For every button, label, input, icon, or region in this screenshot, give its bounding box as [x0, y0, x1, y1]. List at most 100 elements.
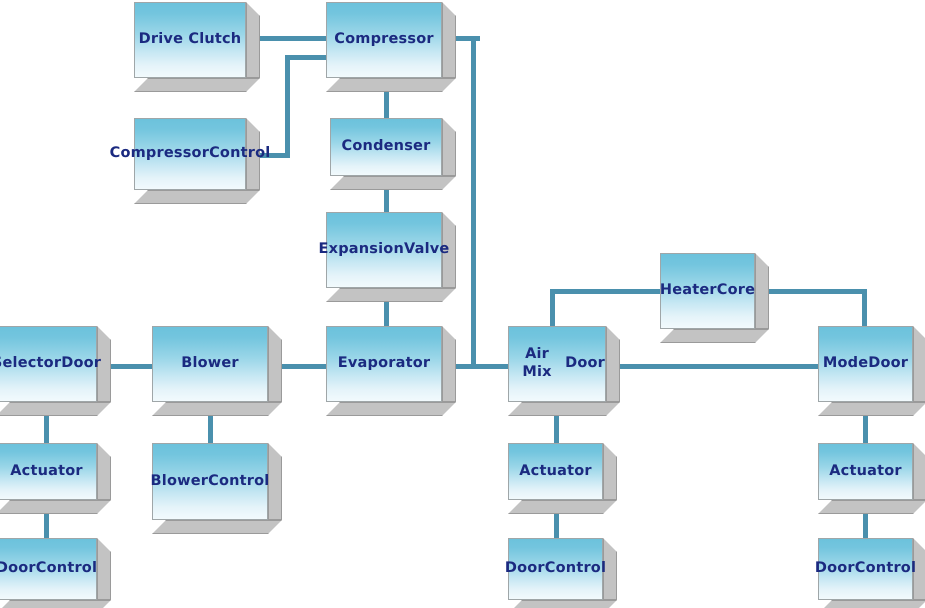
connector-air-mix-to-heater-core-horiz — [550, 289, 664, 294]
node-label-line: Actuator — [10, 462, 83, 479]
node-label-line: Door — [868, 355, 909, 372]
node-label-compressor-control: Compressor Control — [110, 118, 270, 190]
node-bottom-panel — [818, 402, 925, 416]
node-label-air-mix-door: Air Mix Door — [508, 326, 606, 402]
node-label-line: Expansion — [318, 241, 404, 258]
node-label-line: Control — [209, 145, 271, 162]
node-label-line: Door — [0, 560, 36, 577]
node-label-line: Blower — [181, 355, 239, 372]
connector-heater-core-to-mode-door-horiz — [755, 289, 867, 294]
node-bottom-panel — [326, 402, 456, 416]
node-label-line: Valve — [403, 241, 450, 258]
node-bottom-panel — [0, 402, 111, 416]
node-expansion-valve[interactable]: Expansion Valve — [319, 212, 456, 302]
node-label-compressor: Compressor — [326, 2, 442, 78]
node-label-line: Door — [565, 355, 605, 372]
node-label-door-control-selector: Door Control — [0, 538, 97, 600]
connector-heater-core-to-mode-door-vert — [862, 289, 867, 331]
node-bottom-panel — [0, 600, 111, 608]
node-label-line: Compressor — [109, 145, 210, 162]
node-side-panel — [755, 253, 769, 329]
node-label-line: Heater — [659, 282, 717, 299]
node-label-mode-door: Mode Door — [818, 326, 913, 402]
node-heater-core[interactable]: Heater Core — [660, 253, 769, 343]
node-bottom-panel — [660, 329, 769, 343]
node-bottom-panel — [152, 520, 282, 534]
node-side-panel — [913, 443, 925, 500]
node-label-line: Mode — [822, 355, 869, 372]
node-side-panel — [268, 443, 282, 520]
node-compressor-control[interactable]: Compressor Control — [110, 118, 270, 204]
node-label-door-control-airmix: Door Control — [504, 538, 607, 600]
node-side-panel — [268, 326, 282, 402]
node-actuator-mode[interactable]: Actuator — [818, 443, 925, 514]
node-label-door-control-mode: Door Control — [814, 538, 917, 600]
node-label-line: Control — [35, 560, 98, 577]
node-label-line: Control — [544, 560, 607, 577]
node-label-actuator-selector: Actuator — [0, 443, 97, 500]
node-bottom-panel — [326, 78, 456, 92]
node-selector-door[interactable]: SelectorDoor — [0, 326, 111, 416]
connector-compressor-control-to-compressor — [285, 55, 330, 60]
node-door-control-selector[interactable]: Door Control — [0, 538, 111, 608]
node-label-heater-core: Heater Core — [660, 253, 755, 329]
node-door-control-airmix[interactable]: Door Control — [504, 538, 617, 608]
node-label-expansion-valve: Expansion Valve — [319, 212, 449, 288]
node-blower-control[interactable]: Blower Control — [150, 443, 282, 534]
node-evaporator[interactable]: Evaporator — [326, 326, 456, 416]
node-door-control-mode[interactable]: Door Control — [814, 538, 925, 608]
node-label-line: Blower — [150, 472, 209, 489]
node-air-mix-door[interactable]: Air Mix Door — [508, 326, 620, 416]
connector-air-mix-door-to-mode-door — [606, 364, 822, 369]
node-bottom-panel — [818, 500, 925, 514]
node-label-line: Actuator — [829, 462, 902, 479]
node-bottom-panel — [508, 600, 617, 608]
node-label-line: Door — [504, 560, 545, 577]
node-label-line: Core — [716, 282, 756, 299]
node-label-blower-control: Blower Control — [150, 443, 270, 520]
connector-compressor-control-vert — [285, 55, 290, 155]
node-blower[interactable]: Blower — [152, 326, 282, 416]
node-label-line: Air Mix — [522, 346, 552, 380]
node-label-line: Door — [61, 355, 102, 372]
node-label-line: Control — [854, 560, 917, 577]
node-label-line: Compressor — [334, 31, 434, 48]
node-label-drive-clutch: Drive Clutch — [134, 2, 246, 78]
node-bottom-panel — [508, 402, 620, 416]
node-label-blower: Blower — [152, 326, 268, 402]
node-condenser[interactable]: Condenser — [330, 118, 456, 190]
node-label-actuator-airmix: Actuator — [508, 443, 603, 500]
node-side-panel — [603, 443, 617, 500]
node-side-panel — [442, 326, 456, 402]
node-label-line: Drive Clutch — [138, 31, 242, 48]
node-side-panel — [606, 326, 620, 402]
node-actuator-airmix[interactable]: Actuator — [508, 443, 617, 514]
node-side-panel — [442, 2, 456, 78]
node-bottom-panel — [330, 176, 456, 190]
node-side-panel — [442, 118, 456, 176]
node-bottom-panel — [0, 500, 111, 514]
node-label-line: Selector — [0, 355, 62, 372]
node-label-condenser: Condenser — [330, 118, 442, 176]
node-bottom-panel — [152, 402, 282, 416]
node-drive-clutch[interactable]: Drive Clutch — [134, 2, 260, 92]
connector-compressor-return-vert — [471, 36, 476, 369]
node-label-evaporator: Evaporator — [326, 326, 442, 402]
node-bottom-panel — [818, 600, 925, 608]
node-side-panel — [97, 538, 111, 600]
node-actuator-selector[interactable]: Actuator — [0, 443, 111, 514]
node-label-line: Evaporator — [337, 355, 431, 372]
node-side-panel — [246, 2, 260, 78]
node-label-line: Condenser — [341, 138, 431, 155]
node-bottom-panel — [508, 500, 617, 514]
node-side-panel — [97, 443, 111, 500]
node-mode-door[interactable]: Mode Door — [818, 326, 925, 416]
node-side-panel — [913, 326, 925, 402]
hvac-block-diagram: Drive Clutch Compressor Compressor Control C… — [0, 0, 925, 608]
node-compressor[interactable]: Compressor — [326, 2, 456, 92]
node-label-line: Actuator — [519, 462, 592, 479]
node-label-line: Control — [208, 472, 270, 489]
node-label-line: Door — [814, 560, 855, 577]
node-bottom-panel — [134, 78, 260, 92]
node-label-selector-door: SelectorDoor — [0, 326, 101, 402]
